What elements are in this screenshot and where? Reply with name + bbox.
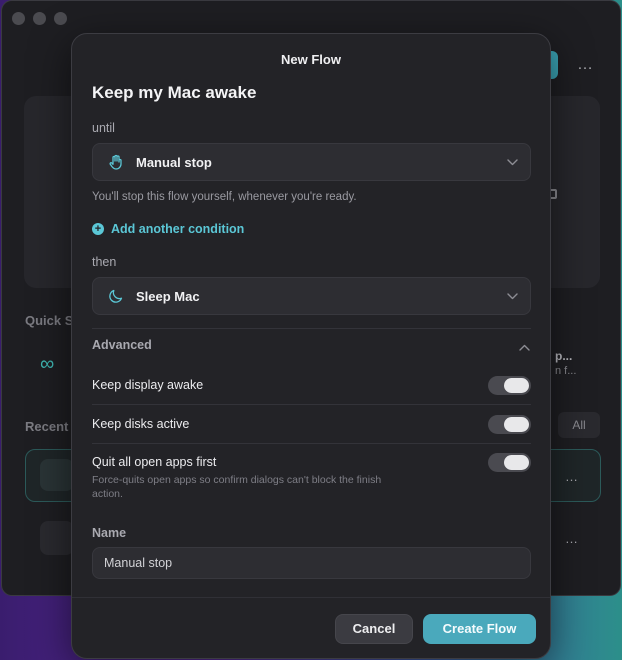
plus-circle-icon: + (92, 223, 104, 235)
row-more-icon[interactable]: … (565, 531, 578, 546)
quick-section-label: Quick S (25, 313, 74, 328)
footer-divider (72, 597, 550, 598)
then-label: then (92, 255, 117, 269)
zoom-window-button[interactable] (54, 12, 67, 25)
flow-heading: Keep my Mac awake (92, 83, 257, 102)
quick-item-title: p... (555, 349, 573, 363)
timer-icon (40, 459, 74, 491)
keep-display-awake-toggle[interactable] (488, 376, 531, 395)
then-select[interactable]: Sleep Mac (92, 277, 531, 315)
name-label: Name (92, 526, 127, 540)
section-divider (92, 328, 531, 329)
filter-all-button[interactable]: All (558, 412, 600, 438)
name-field[interactable] (92, 547, 531, 579)
window-controls[interactable] (12, 12, 67, 25)
until-hint: You'll stop this flow yourself, whenever… (92, 191, 357, 203)
quit-apps-toggle[interactable] (488, 453, 531, 472)
chevron-down-icon (507, 158, 518, 166)
chevron-up-icon[interactable] (519, 338, 530, 356)
advanced-section-toggle[interactable]: Advanced (92, 338, 152, 352)
more-options-icon[interactable]: … (577, 56, 594, 74)
keep-disks-active-toggle[interactable] (488, 415, 531, 434)
then-select-value: Sleep Mac (136, 288, 200, 304)
keep-display-awake-label: Keep display awake (92, 378, 204, 392)
create-flow-button[interactable]: Create Flow (423, 614, 536, 644)
row-divider (92, 443, 531, 444)
row-more-icon[interactable]: … (565, 469, 578, 484)
until-label: until (92, 121, 115, 135)
hand-icon (106, 154, 126, 170)
moon-icon (106, 288, 126, 304)
minimize-window-button[interactable] (33, 12, 46, 25)
cancel-button[interactable]: Cancel (335, 614, 413, 644)
close-window-button[interactable] (12, 12, 25, 25)
until-select[interactable]: Manual stop (92, 143, 531, 181)
quick-item-subtitle: n f... (555, 365, 577, 377)
add-condition-button[interactable]: + Add another condition (92, 222, 244, 236)
add-condition-label: Add another condition (111, 222, 245, 236)
until-select-value: Manual stop (136, 154, 212, 170)
quit-apps-hint: Force-quits open apps so confirm dialogs… (92, 474, 382, 500)
quit-apps-label: Quit all open apps first (92, 455, 217, 469)
keep-disks-active-label: Keep disks active (92, 417, 190, 431)
recent-section-label: Recent (25, 419, 69, 434)
row-divider (92, 404, 531, 405)
sheet-title: New Flow (281, 52, 341, 67)
chevron-down-icon (507, 292, 518, 300)
infinity-icon: ∞ (40, 353, 55, 375)
hand-icon (40, 521, 74, 555)
new-flow-sheet: New Flow Keep my Mac awake until Manual … (71, 33, 551, 659)
